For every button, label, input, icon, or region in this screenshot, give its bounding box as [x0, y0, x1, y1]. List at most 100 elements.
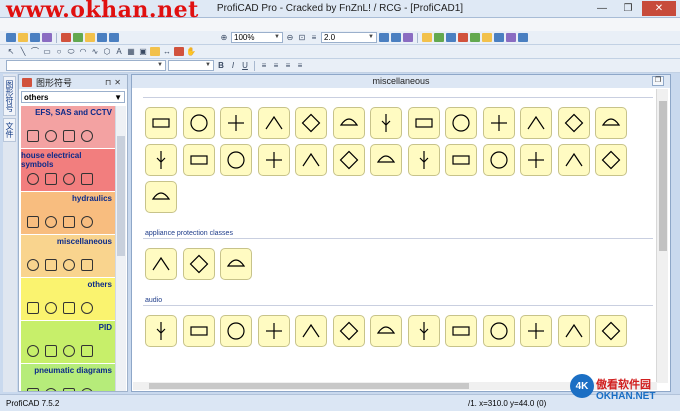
- symbol-tile[interactable]: [332, 107, 365, 139]
- align-right-icon[interactable]: ≡: [283, 61, 293, 70]
- symbol-tile[interactable]: [182, 248, 215, 280]
- symbol-tile[interactable]: [257, 107, 290, 139]
- dimension-tool-icon[interactable]: ↔: [162, 47, 172, 56]
- symbol-tile[interactable]: [445, 107, 477, 139]
- scroll-thumb[interactable]: [659, 101, 667, 251]
- symbol-tile[interactable]: [295, 107, 327, 139]
- symbol-tile[interactable]: [220, 315, 252, 347]
- category-item[interactable]: miscellaneous: [21, 235, 115, 278]
- layers-icon[interactable]: [391, 33, 401, 42]
- symbol-tile[interactable]: [520, 315, 552, 347]
- symbol-tile[interactable]: [295, 144, 327, 176]
- copy-icon[interactable]: [73, 33, 83, 42]
- note-tool-icon[interactable]: [150, 47, 160, 56]
- underline-icon[interactable]: U: [240, 61, 250, 70]
- export-icon[interactable]: [494, 33, 504, 42]
- symbol-tile[interactable]: [145, 248, 177, 280]
- category-item[interactable]: EFS, SAS and CCTV: [21, 106, 115, 149]
- minimize-button[interactable]: —: [590, 1, 614, 16]
- font-name-select[interactable]: ▼: [6, 60, 166, 71]
- symbol-tile[interactable]: [595, 107, 627, 139]
- open-icon[interactable]: [18, 33, 28, 42]
- undo-icon[interactable]: [97, 33, 107, 42]
- symbol-tile[interactable]: [407, 315, 440, 347]
- align-justify-icon[interactable]: ≡: [295, 61, 305, 70]
- save-icon[interactable]: [30, 33, 40, 42]
- symbol-tile[interactable]: [557, 144, 590, 176]
- symbol-tile[interactable]: [370, 107, 402, 139]
- arc-tool-icon[interactable]: ◠: [78, 47, 88, 56]
- restore-icon[interactable]: ❐: [652, 76, 664, 86]
- folder-icon[interactable]: [422, 33, 432, 42]
- wire-icon[interactable]: [482, 33, 492, 42]
- symbol-tile[interactable]: [145, 107, 177, 139]
- category-item[interactable]: others: [21, 278, 115, 321]
- symbol-tile[interactable]: [407, 144, 440, 176]
- symbol-tile[interactable]: [482, 107, 515, 139]
- symbol-tile[interactable]: [557, 315, 590, 347]
- print-icon[interactable]: [42, 33, 52, 42]
- symbol-tile[interactable]: [332, 144, 365, 176]
- font-size-select[interactable]: ▼: [168, 60, 214, 71]
- vertical-scrollbar[interactable]: [656, 89, 668, 383]
- tab-files[interactable]: 文件: [3, 118, 16, 142]
- image-tool-icon[interactable]: ▣: [138, 47, 148, 56]
- zoom-in-icon[interactable]: ⊕: [219, 33, 229, 42]
- paste-icon[interactable]: [85, 33, 95, 42]
- symbol-tile[interactable]: [220, 144, 252, 176]
- category-item[interactable]: PID: [21, 321, 115, 364]
- symbol-tile[interactable]: [182, 315, 215, 347]
- align-left-icon[interactable]: ≡: [259, 61, 269, 70]
- ellipse-tool-icon[interactable]: ⬭: [66, 47, 76, 56]
- circle-tool-icon[interactable]: ○: [54, 47, 64, 56]
- heart-icon[interactable]: [458, 33, 468, 42]
- symbol-tile[interactable]: [182, 107, 215, 139]
- report-icon[interactable]: [506, 33, 516, 42]
- polygon-tool-icon[interactable]: ⬡: [102, 47, 112, 56]
- new-icon[interactable]: [6, 33, 16, 42]
- symbol-tile[interactable]: [370, 144, 402, 176]
- table-tool-icon[interactable]: ▦: [126, 47, 136, 56]
- symbol-tile[interactable]: [332, 315, 365, 347]
- pointer-tool-icon[interactable]: [174, 47, 184, 56]
- binoculars-icon[interactable]: [518, 33, 528, 42]
- symbol-tile[interactable]: [220, 107, 252, 139]
- symbol-tile[interactable]: [182, 144, 215, 176]
- zoom-fit-icon[interactable]: ⊡: [297, 33, 307, 42]
- symbol-tile[interactable]: [145, 144, 177, 176]
- category-item[interactable]: hydraulics: [21, 192, 115, 235]
- symbol-tile[interactable]: [595, 315, 627, 347]
- symbol-tile[interactable]: [145, 315, 177, 347]
- symbol-tile[interactable]: [445, 315, 477, 347]
- line-width-select[interactable]: 2.0 ▼: [321, 32, 377, 43]
- symbol-tile[interactable]: [557, 107, 590, 139]
- tab-symbols[interactable]: 图形符号: [3, 76, 16, 116]
- symbol-tile[interactable]: [595, 144, 627, 176]
- net-icon[interactable]: [446, 33, 456, 42]
- category-item[interactable]: pneumatic diagrams: [21, 364, 115, 391]
- tools-icon[interactable]: [403, 33, 413, 42]
- scroll-thumb[interactable]: [149, 383, 469, 389]
- polyline-tool-icon[interactable]: ⌒: [30, 47, 40, 56]
- category-select[interactable]: others ▼: [21, 91, 125, 103]
- close-button[interactable]: ✕: [642, 1, 676, 16]
- symbol-tile[interactable]: [520, 107, 552, 139]
- category-scrollbar[interactable]: [115, 106, 126, 391]
- symbol-tile[interactable]: [370, 315, 402, 347]
- panel-pin-close-icon[interactable]: ⊓✕: [105, 78, 124, 87]
- library-icon[interactable]: [434, 33, 444, 42]
- bold-icon[interactable]: B: [216, 61, 226, 70]
- italic-icon[interactable]: I: [228, 61, 238, 70]
- hand-tool-icon[interactable]: ✋: [186, 47, 196, 56]
- line-tool-icon[interactable]: ╲: [18, 47, 28, 56]
- symbol-tile[interactable]: [482, 144, 515, 176]
- symbol-tile[interactable]: [482, 315, 515, 347]
- align-center-icon[interactable]: ≡: [271, 61, 281, 70]
- symbol-tile[interactable]: [257, 315, 290, 347]
- rectangle-tool-icon[interactable]: ▭: [42, 47, 52, 56]
- curve-tool-icon[interactable]: ∿: [90, 47, 100, 56]
- line-width-icon[interactable]: ≡: [309, 33, 319, 42]
- symbol-tile[interactable]: [295, 315, 327, 347]
- maximize-button[interactable]: ❐: [616, 1, 640, 16]
- parts-icon[interactable]: [470, 33, 480, 42]
